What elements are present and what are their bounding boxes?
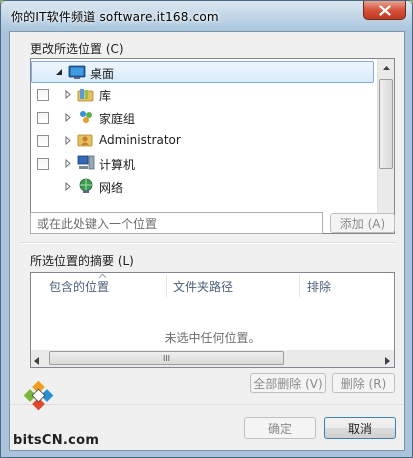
ok-button[interactable]: 确定 <box>244 417 316 439</box>
tree-item-homegroup[interactable]: 家庭组 <box>31 107 376 129</box>
tree-item-network[interactable]: 网络 <box>31 176 376 198</box>
scroll-thumb[interactable]: III <box>49 351 284 365</box>
collapsed-arrow-icon[interactable] <box>64 90 72 99</box>
title-bar[interactable]: 你的IT软件频道 software.it168.com <box>1 1 412 31</box>
cancel-button[interactable]: 取消 <box>324 417 396 439</box>
tree-vertical-scrollbar[interactable] <box>377 59 394 233</box>
tree-item-label: 桌面 <box>90 67 115 81</box>
scroll-left-button[interactable] <box>34 354 39 367</box>
desktop-icon <box>68 65 86 79</box>
library-icon <box>77 89 94 102</box>
computer-icon <box>77 155 95 170</box>
column-header-folder-path[interactable]: 文件夹路径 <box>173 273 233 299</box>
collapsed-arrow-icon[interactable] <box>64 113 72 122</box>
scroll-thumb[interactable] <box>379 79 393 169</box>
homegroup-icon <box>80 111 92 123</box>
column-divider[interactable] <box>166 275 167 297</box>
delete-all-button[interactable]: 全部删除 (V) <box>250 373 326 393</box>
location-input[interactable]: 或在此处键入一个位置 <box>30 212 323 234</box>
watermark-logo <box>23 380 54 411</box>
section-divider <box>20 242 396 244</box>
tree-item-label: Administrator <box>99 133 181 147</box>
window-title: 你的IT软件频道 software.it168.com <box>11 10 219 24</box>
chevron-up-icon <box>382 65 390 70</box>
summary-label: 所选位置的摘要 (L) <box>30 254 134 268</box>
summary-horizontal-scrollbar[interactable]: III <box>31 350 394 367</box>
close-icon <box>378 4 391 16</box>
collapsed-arrow-icon[interactable] <box>64 136 72 145</box>
tree-item-label: 库 <box>99 89 112 103</box>
close-button[interactable] <box>363 1 406 20</box>
locations-tree[interactable]: 桌面 库 家庭组 Administrator 计算机 网络 <box>30 58 395 234</box>
watermark-text: bitsCN.com <box>13 433 100 448</box>
administrator-checkbox[interactable] <box>37 135 49 147</box>
dialog-window: 你的IT软件频道 software.it168.com 更改所选位置 (C) 桌… <box>0 0 413 458</box>
change-locations-label: 更改所选位置 (C) <box>30 42 124 56</box>
add-button[interactable]: 添加 (A) <box>330 213 395 233</box>
scroll-grip: III <box>162 353 171 363</box>
sort-arrow-icon <box>99 274 106 278</box>
delete-button[interactable]: 删除 (R) <box>332 373 395 393</box>
tree-item-computer[interactable]: 计算机 <box>31 153 376 175</box>
location-input-placeholder: 或在此处键入一个位置 <box>37 216 158 231</box>
chevron-left-icon <box>34 357 39 365</box>
summary-list[interactable]: 包含的位置 文件夹路径 排除 未选中任何位置。 III <box>30 272 395 368</box>
scroll-right-button[interactable] <box>385 354 390 367</box>
tree-item-desktop[interactable]: 桌面 <box>31 61 374 83</box>
tree-item-administrator[interactable]: Administrator <box>31 130 376 152</box>
column-divider[interactable] <box>299 275 300 297</box>
scroll-up-button[interactable] <box>378 59 394 76</box>
collapsed-arrow-icon[interactable] <box>64 182 72 191</box>
tree-item-library[interactable]: 库 <box>31 84 376 106</box>
tree-item-label: 家庭组 <box>99 112 136 126</box>
collapsed-arrow-icon[interactable] <box>64 159 72 168</box>
expanded-arrow-icon[interactable] <box>55 68 63 77</box>
empty-message: 未选中任何位置。 <box>164 331 261 345</box>
column-header-exclude[interactable]: 排除 <box>307 273 331 299</box>
user-folder-icon <box>77 134 93 147</box>
chevron-right-icon <box>385 357 390 365</box>
homegroup-checkbox[interactable] <box>37 112 49 124</box>
library-checkbox[interactable] <box>37 89 49 101</box>
computer-checkbox[interactable] <box>37 158 49 170</box>
tree-item-label: 网络 <box>99 181 124 195</box>
tree-item-label: 计算机 <box>99 158 136 172</box>
network-icon <box>79 178 93 193</box>
